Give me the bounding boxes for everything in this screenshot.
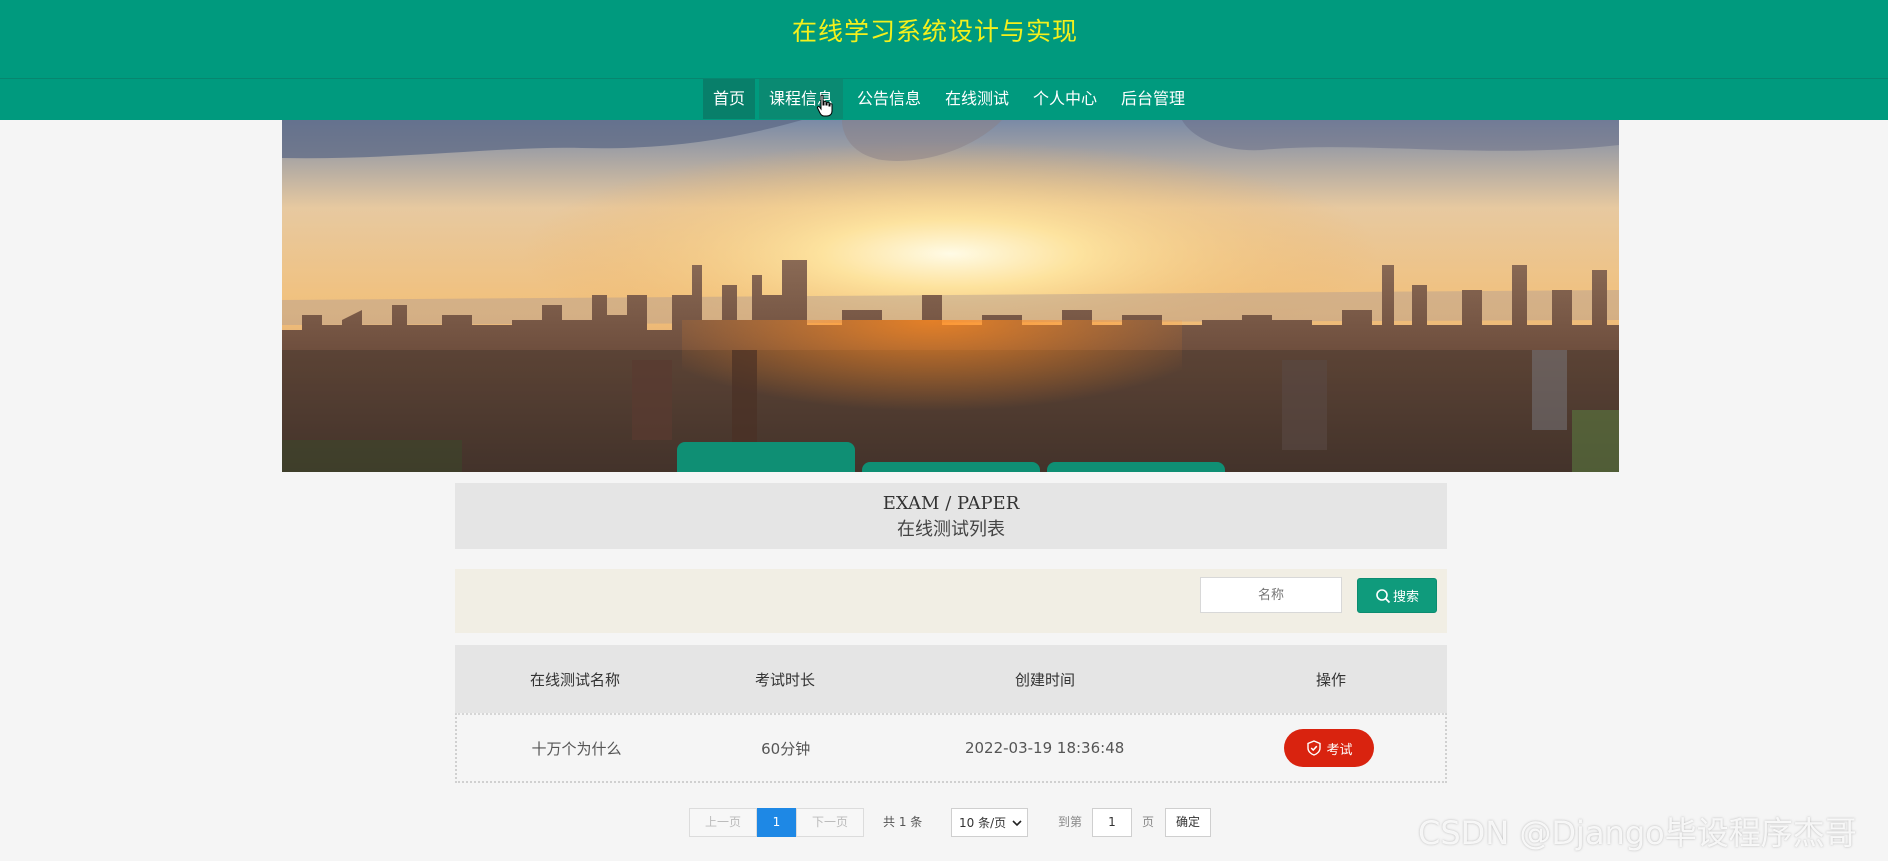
table-row: 十万个为什么 60分钟 2022-03-19 18:36:48 考试 [455, 713, 1447, 783]
shield-check-icon [1307, 740, 1322, 756]
nav-online-test[interactable]: 在线测试 [935, 79, 1019, 119]
goto-page-input[interactable]: 1 [1092, 808, 1132, 837]
total-count: 共 1 条 [883, 815, 923, 829]
banner-tab-3[interactable] [1047, 462, 1225, 472]
section-title-panel: EXAM / PAPER 在线测试列表 [455, 483, 1447, 549]
banner-tab-1[interactable] [677, 442, 855, 472]
hand-cursor-icon [816, 94, 833, 117]
take-exam-label: 考试 [1326, 742, 1353, 758]
search-name-input[interactable] [1200, 577, 1342, 613]
hero-banner-image [282, 120, 1619, 472]
col-header-created: 创建时间 [1014, 670, 1075, 689]
nav-admin[interactable]: 后台管理 [1111, 79, 1195, 119]
csdn-watermark: CSDN @Django毕设程序杰哥 [1418, 814, 1857, 852]
site-title: 在线学习系统设计与实现 [791, 17, 1078, 46]
search-button-label: 搜索 [1392, 590, 1419, 605]
goto-confirm-button[interactable]: 确定 [1165, 808, 1211, 837]
nav-personal-center[interactable]: 个人中心 [1023, 79, 1107, 119]
nav-home[interactable]: 首页 [702, 79, 755, 119]
page-size-select[interactable]: 10 条/页 [951, 808, 1028, 837]
goto-label: 到第 [1058, 815, 1083, 829]
search-icon [1376, 588, 1391, 603]
col-header-duration: 考试时长 [754, 670, 815, 689]
page-1-button[interactable]: 1 [757, 808, 796, 837]
nav-notices[interactable]: 公告信息 [847, 79, 931, 119]
chevron-down-icon [1012, 819, 1022, 826]
cell-created-time: 2022-03-19 18:36:48 [964, 739, 1125, 757]
banner-tab-2[interactable] [862, 462, 1040, 472]
section-title-cn: 在线测试列表 [897, 519, 1005, 540]
page-unit-label: 页 [1142, 815, 1155, 829]
table-header: 在线测试名称 考试时长 创建时间 操作 [455, 645, 1447, 713]
take-exam-button[interactable]: 考试 [1284, 729, 1375, 767]
cell-action: 考试 [1214, 729, 1445, 767]
col-header-action: 操作 [1315, 670, 1346, 689]
search-bar: 搜索 [455, 569, 1447, 633]
next-page-button[interactable]: 下一页 [796, 808, 864, 837]
prev-page-button[interactable]: 上一页 [689, 808, 757, 837]
search-button[interactable]: 搜索 [1357, 578, 1437, 613]
exam-table: 在线测试名称 考试时长 创建时间 操作 十万个为什么 60分钟 2022-03-… [455, 645, 1447, 783]
cell-exam-name: 十万个为什么 [531, 739, 622, 758]
main-nav: 首页 课程信息 公告信息 在线测试 个人中心 后台管理 [0, 79, 1888, 119]
page-size-value: 10 条/页 [959, 816, 1007, 830]
col-header-name: 在线测试名称 [529, 670, 620, 689]
cell-duration: 60分钟 [761, 739, 811, 758]
section-title-en: EXAM / PAPER [882, 493, 1020, 514]
top-header: 在线学习系统设计与实现 首页 课程信息 公告信息 在线测试 个人中心 后台管理 [0, 0, 1888, 120]
